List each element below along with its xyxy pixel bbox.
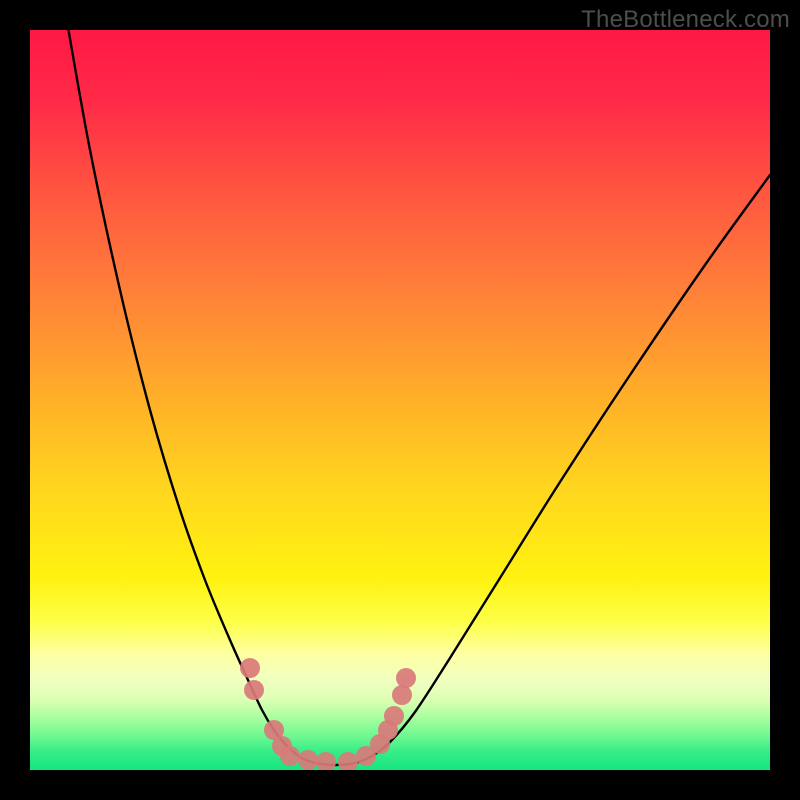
highlighted-point xyxy=(396,668,416,688)
curve-layer xyxy=(30,30,770,770)
chart-stage: TheBottleneck.com xyxy=(0,0,800,800)
highlighted-point xyxy=(244,680,264,700)
highlighted-point xyxy=(384,706,404,726)
plot-area xyxy=(30,30,770,770)
attribution-text: TheBottleneck.com xyxy=(581,6,790,34)
highlighted-points-group xyxy=(240,658,416,770)
highlighted-point xyxy=(392,685,412,705)
bottleneck-curve xyxy=(65,30,770,765)
highlighted-point xyxy=(298,750,318,770)
highlighted-point xyxy=(316,752,336,770)
highlighted-point xyxy=(280,746,300,766)
highlighted-point xyxy=(338,752,358,770)
highlighted-point xyxy=(240,658,260,678)
